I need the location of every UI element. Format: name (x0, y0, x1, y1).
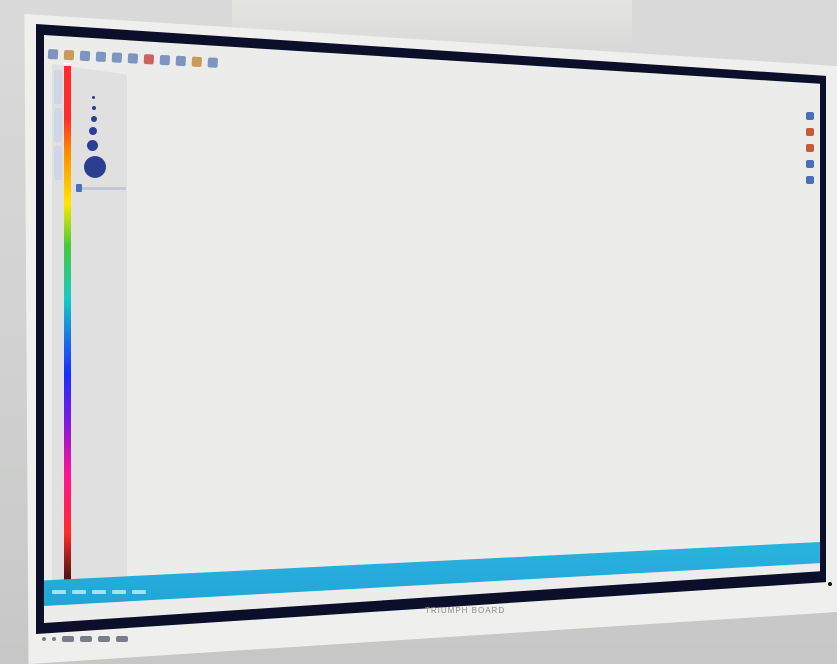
power-button[interactable] (42, 637, 46, 641)
menu-button[interactable] (62, 636, 74, 642)
input-button[interactable] (52, 637, 56, 641)
pen-icon[interactable] (806, 112, 814, 120)
brush-size-3[interactable] (91, 116, 97, 122)
opacity-slider[interactable] (76, 187, 126, 190)
whiteboard-canvas[interactable] (44, 35, 820, 623)
pointer-icon[interactable] (806, 176, 814, 184)
brand-logo: TRIUMPH BOARD (425, 606, 506, 615)
grid-icon[interactable] (159, 54, 171, 66)
brush-size-2[interactable] (92, 106, 96, 110)
brush-size-4[interactable] (89, 127, 97, 135)
power-led (828, 582, 832, 586)
color-palette[interactable] (64, 66, 71, 596)
app-icon[interactable] (132, 590, 146, 594)
eraser-icon[interactable] (806, 160, 814, 168)
shape-icon[interactable] (63, 49, 75, 61)
pen-icon[interactable] (47, 49, 59, 60)
panel-tab-1[interactable] (54, 70, 62, 104)
taskbar-items (52, 590, 146, 594)
highlighter-icon[interactable] (806, 144, 814, 152)
undo-icon[interactable] (111, 52, 123, 63)
start-icon[interactable] (52, 590, 66, 594)
app-icon[interactable] (112, 590, 126, 594)
brush-size-1[interactable] (92, 96, 95, 99)
home-button[interactable] (98, 636, 110, 642)
text-icon[interactable] (191, 56, 203, 68)
slider-handle[interactable] (76, 184, 82, 192)
zoom-icon[interactable] (143, 54, 155, 65)
brush-size-5[interactable] (87, 140, 98, 151)
app-icon[interactable] (72, 590, 86, 594)
eraser-icon[interactable] (79, 50, 91, 62)
app-icon[interactable] (92, 590, 106, 594)
back-button[interactable] (116, 636, 128, 642)
color-icon[interactable] (175, 55, 187, 67)
front-control-buttons (42, 636, 128, 642)
marker-icon[interactable] (806, 128, 814, 136)
save-icon[interactable] (207, 57, 219, 68)
panel-tab-3[interactable] (54, 146, 62, 180)
right-toolbar (806, 112, 816, 192)
brush-size-6[interactable] (84, 156, 106, 178)
redo-icon[interactable] (127, 53, 139, 64)
volume-button[interactable] (80, 636, 92, 642)
select-icon[interactable] (95, 51, 107, 63)
panel-tab-2[interactable] (54, 108, 62, 142)
